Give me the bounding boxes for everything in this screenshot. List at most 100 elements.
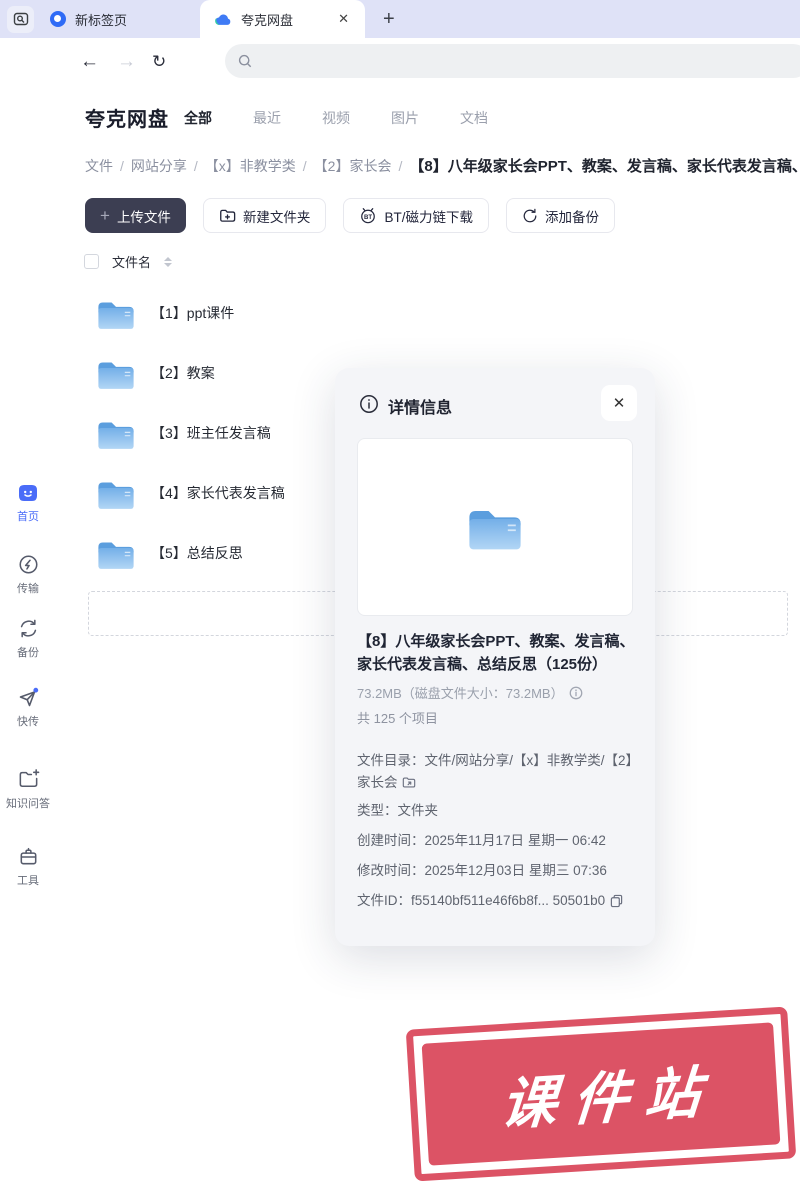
details-type-row: 类型：文件夹: [357, 803, 438, 818]
quark-cloud-icon: [215, 13, 231, 25]
button-label: 添加备份: [544, 209, 599, 225]
directory-label: 文件目录：: [357, 753, 425, 768]
new-folder-button[interactable]: 新建文件夹: [202, 198, 327, 233]
paper-plane-icon: [19, 687, 39, 707]
backup-circle-icon: [523, 208, 537, 222]
forward-icon[interactable]: →: [117, 52, 136, 71]
details-modified-row: 修改时间：2025年12月03日 星期三 07:36: [357, 863, 607, 878]
search-icon: [238, 54, 252, 67]
sort-icon[interactable]: [164, 256, 173, 267]
sidebar-item-tools[interactable]: 工具: [0, 845, 56, 888]
details-created-row: 创建时间：2025年11月17日 星期一 06:42: [357, 833, 606, 848]
sidebar-item-home[interactable]: 首页: [0, 482, 56, 524]
sidebar-item-label: 知识问答: [6, 798, 50, 810]
details-directory-row: 文件目录：文件/网站分享/【x】非教学类/【2】家长会: [357, 750, 635, 793]
page-title: 夸克网盘: [85, 109, 169, 131]
transfer-icon: [18, 555, 38, 574]
details-fileid-row: 文件ID：f55140bf511e46f6b8f... 50501b0: [357, 890, 635, 912]
folder-icon: [96, 417, 136, 450]
svg-text:BT: BT: [364, 215, 372, 221]
tab-recent[interactable]: 最近: [253, 108, 281, 128]
details-size: 73.2MB（磁盘文件大小：73.2MB）: [357, 683, 583, 702]
file-list-header: 文件名: [84, 252, 173, 271]
info-icon: [360, 395, 378, 413]
new-tab-button[interactable]: +: [383, 8, 395, 31]
info-small-icon[interactable]: [569, 686, 583, 700]
address-search-input[interactable]: [225, 44, 800, 78]
tab-label: 新标签页: [75, 12, 128, 28]
folder-icon: [96, 477, 136, 510]
browser-tab-strip: 新标签页 夸克网盘 ✕ +: [0, 0, 800, 38]
tab-search-button[interactable]: [7, 5, 34, 33]
breadcrumb: 文件 / 网站分享 / 【x】非教学类 / 【2】家长会 / 【8】八年级家长会PPT、教案、发…: [85, 155, 800, 176]
button-label: BT/磁力链下载: [384, 209, 473, 225]
filter-tabs: 全部 最近 视频 图片 文档: [184, 108, 488, 128]
breadcrumb-separator: /: [120, 158, 124, 174]
tab-search-icon: [13, 12, 28, 26]
folder-name: 【4】家长代表发言稿: [151, 485, 285, 501]
upload-file-button[interactable]: + 上传文件: [85, 198, 186, 233]
details-item-count: 共 125 个项目: [357, 711, 438, 726]
folder-name: 【1】ppt课件: [151, 305, 235, 321]
tab-label: 夸克网盘: [241, 12, 294, 28]
copy-icon[interactable]: [610, 894, 623, 908]
toolbox-icon: [20, 847, 36, 865]
sidebar-item-label: 备份: [17, 647, 39, 659]
backup-sync-icon: [20, 619, 36, 638]
folder-icon: [96, 297, 136, 330]
close-button[interactable]: ✕: [601, 385, 637, 421]
browser-tab-newtab[interactable]: 新标签页: [36, 0, 196, 38]
button-label: 新建文件夹: [242, 209, 311, 225]
close-icon: ✕: [612, 395, 626, 412]
select-all-checkbox[interactable]: [84, 254, 99, 269]
browser-tab-quark[interactable]: 夸克网盘 ✕: [200, 0, 365, 38]
fileid-text: 文件ID：f55140bf511e46f6b8f... 50501b0: [357, 893, 606, 908]
folder-icon: [466, 503, 524, 551]
folder-preview: [357, 438, 633, 616]
plus-icon: +: [100, 205, 110, 225]
folder-icon: [96, 537, 136, 570]
app-sidebar: 首页 传输 备份 快传 知识问答 工具: [0, 85, 56, 1200]
home-smiley-icon: [19, 485, 37, 501]
add-backup-button[interactable]: 添加备份: [505, 198, 615, 233]
details-panel: 详情信息 ✕ 【8】八年级家长会PPT、教案、发言稿、家长代表发言稿、总结反思（…: [335, 368, 655, 946]
breadcrumb-separator: /: [193, 158, 198, 174]
breadcrumb-item[interactable]: 网站分享: [131, 158, 187, 174]
knowledge-folder-icon: [19, 769, 39, 787]
back-icon[interactable]: ←: [80, 52, 99, 71]
sidebar-item-label: 首页: [17, 511, 39, 523]
watermark-stamp: 课件站: [405, 1006, 797, 1182]
details-folder-title: 【8】八年级家长会PPT、教案、发言稿、家长代表发言稿、总结反思（125份）: [357, 633, 635, 674]
sidebar-item-label: 工具: [17, 875, 39, 887]
breadcrumb-item[interactable]: 【x】非教学类: [205, 158, 296, 174]
folder-row[interactable]: 【1】ppt课件: [96, 285, 656, 341]
breadcrumb-item[interactable]: 文件: [85, 158, 113, 174]
tab-close-icon[interactable]: ✕: [336, 9, 351, 29]
sidebar-item-transfer[interactable]: 传输: [0, 553, 56, 596]
folder-icon: [96, 357, 136, 390]
breadcrumb-item[interactable]: 【2】家长会: [314, 158, 392, 174]
tab-video[interactable]: 视频: [322, 108, 350, 128]
tab-image[interactable]: 图片: [391, 108, 419, 128]
sidebar-item-backup[interactable]: 备份: [0, 617, 56, 660]
filename-column-header: 文件名: [112, 255, 152, 270]
newtab-favicon-icon: [50, 11, 66, 27]
refresh-icon[interactable]: ↻: [152, 53, 166, 70]
action-button-row: + 上传文件 新建文件夹 BT BT/磁力链下载 添加备份: [85, 198, 615, 233]
tab-document[interactable]: 文档: [460, 108, 488, 128]
folder-plus-icon: [220, 209, 236, 222]
breadcrumb-separator: /: [398, 158, 403, 174]
bt-magnet-download-button[interactable]: BT BT/磁力链下载: [343, 198, 489, 233]
stamp-frame: 课件站: [405, 1006, 797, 1182]
stamp-text: 课件站: [498, 1059, 719, 1136]
breadcrumb-separator: /: [302, 158, 307, 174]
goto-folder-icon[interactable]: [402, 776, 416, 789]
folder-name: 【3】班主任发言稿: [151, 425, 271, 441]
sidebar-item-label: 传输: [17, 583, 39, 595]
folder-name: 【5】总结反思: [151, 545, 243, 561]
button-label: 上传文件: [116, 209, 171, 225]
breadcrumb-current: 【8】八年级家长会PPT、教案、发言稿、家长代表发言稿、总结反思（125份）: [409, 158, 800, 175]
sidebar-item-quick-transfer[interactable]: 快传: [0, 685, 56, 729]
tab-all[interactable]: 全部: [184, 108, 212, 128]
sidebar-item-knowledge-qa[interactable]: 知识问答: [0, 768, 56, 811]
